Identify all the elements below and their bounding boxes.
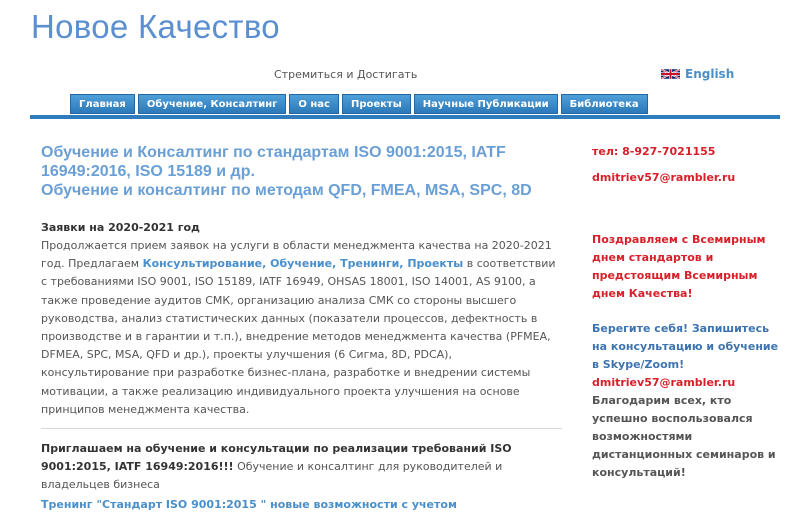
phone-number[interactable]: тел: 8-927-7021155: [592, 143, 782, 161]
main-content: Обучение и Консалтинг по стандартам ISO …: [41, 143, 562, 513]
nav-item-about[interactable]: О нас: [289, 94, 339, 114]
nav-divider: [30, 115, 780, 119]
uk-flag-icon: [660, 68, 681, 80]
intro-text-2: в соответствии с требованиями ISO 9001, …: [41, 257, 556, 416]
consultation-note: Берегите себя! Запишитесь на консультаци…: [592, 322, 779, 371]
training-link[interactable]: Тренинг "Стандарт ISO 9001:2015 " новые …: [41, 497, 562, 513]
nav-item-publications[interactable]: Научные Публикации: [413, 94, 558, 114]
email-link[interactable]: dmitriev57@rambler.ru: [592, 169, 782, 187]
content-divider: [41, 428, 562, 430]
email-link-2[interactable]: dmitriev57@rambler.ru: [592, 374, 782, 392]
sidebar: тел: 8-927-7021155 dmitriev57@rambler.ru…: [592, 143, 782, 482]
thanks-note: Благодарим всех, кто успешно воспользова…: [592, 394, 776, 479]
intro-paragraph: Продолжается прием заявок на услуги в об…: [41, 237, 562, 419]
main-nav: Главная Обучение, Консалтинг О нас Проек…: [70, 94, 648, 114]
page-heading: Обучение и Консалтинг по стандартам ISO …: [41, 143, 562, 200]
tagline: Стремиться и Достигать: [274, 68, 418, 81]
services-link[interactable]: Консультирование, Обучение, Тренинги, Пр…: [143, 257, 464, 270]
language-switch[interactable]: English: [660, 67, 734, 81]
nav-item-projects[interactable]: Проекты: [341, 94, 411, 114]
congrats-note: Поздравляем с Всемирным днем стандартов …: [592, 233, 766, 300]
nav-item-training[interactable]: Обучение, Консалтинг: [137, 94, 287, 114]
nav-item-library[interactable]: Библиотека: [560, 94, 648, 114]
invite-paragraph: Приглашаем на обучение и консультации по…: [41, 440, 562, 495]
heading-line-1: Обучение и Консалтинг по стандартам ISO …: [41, 144, 506, 180]
nav-item-home[interactable]: Главная: [70, 94, 135, 114]
section-title: Заявки на 2020-2021 год: [41, 221, 200, 234]
site-title[interactable]: Новое Качество: [31, 8, 280, 46]
language-link[interactable]: English: [685, 67, 734, 81]
heading-line-2: Обучение и консалтинг по методам QFD, FM…: [41, 182, 532, 199]
